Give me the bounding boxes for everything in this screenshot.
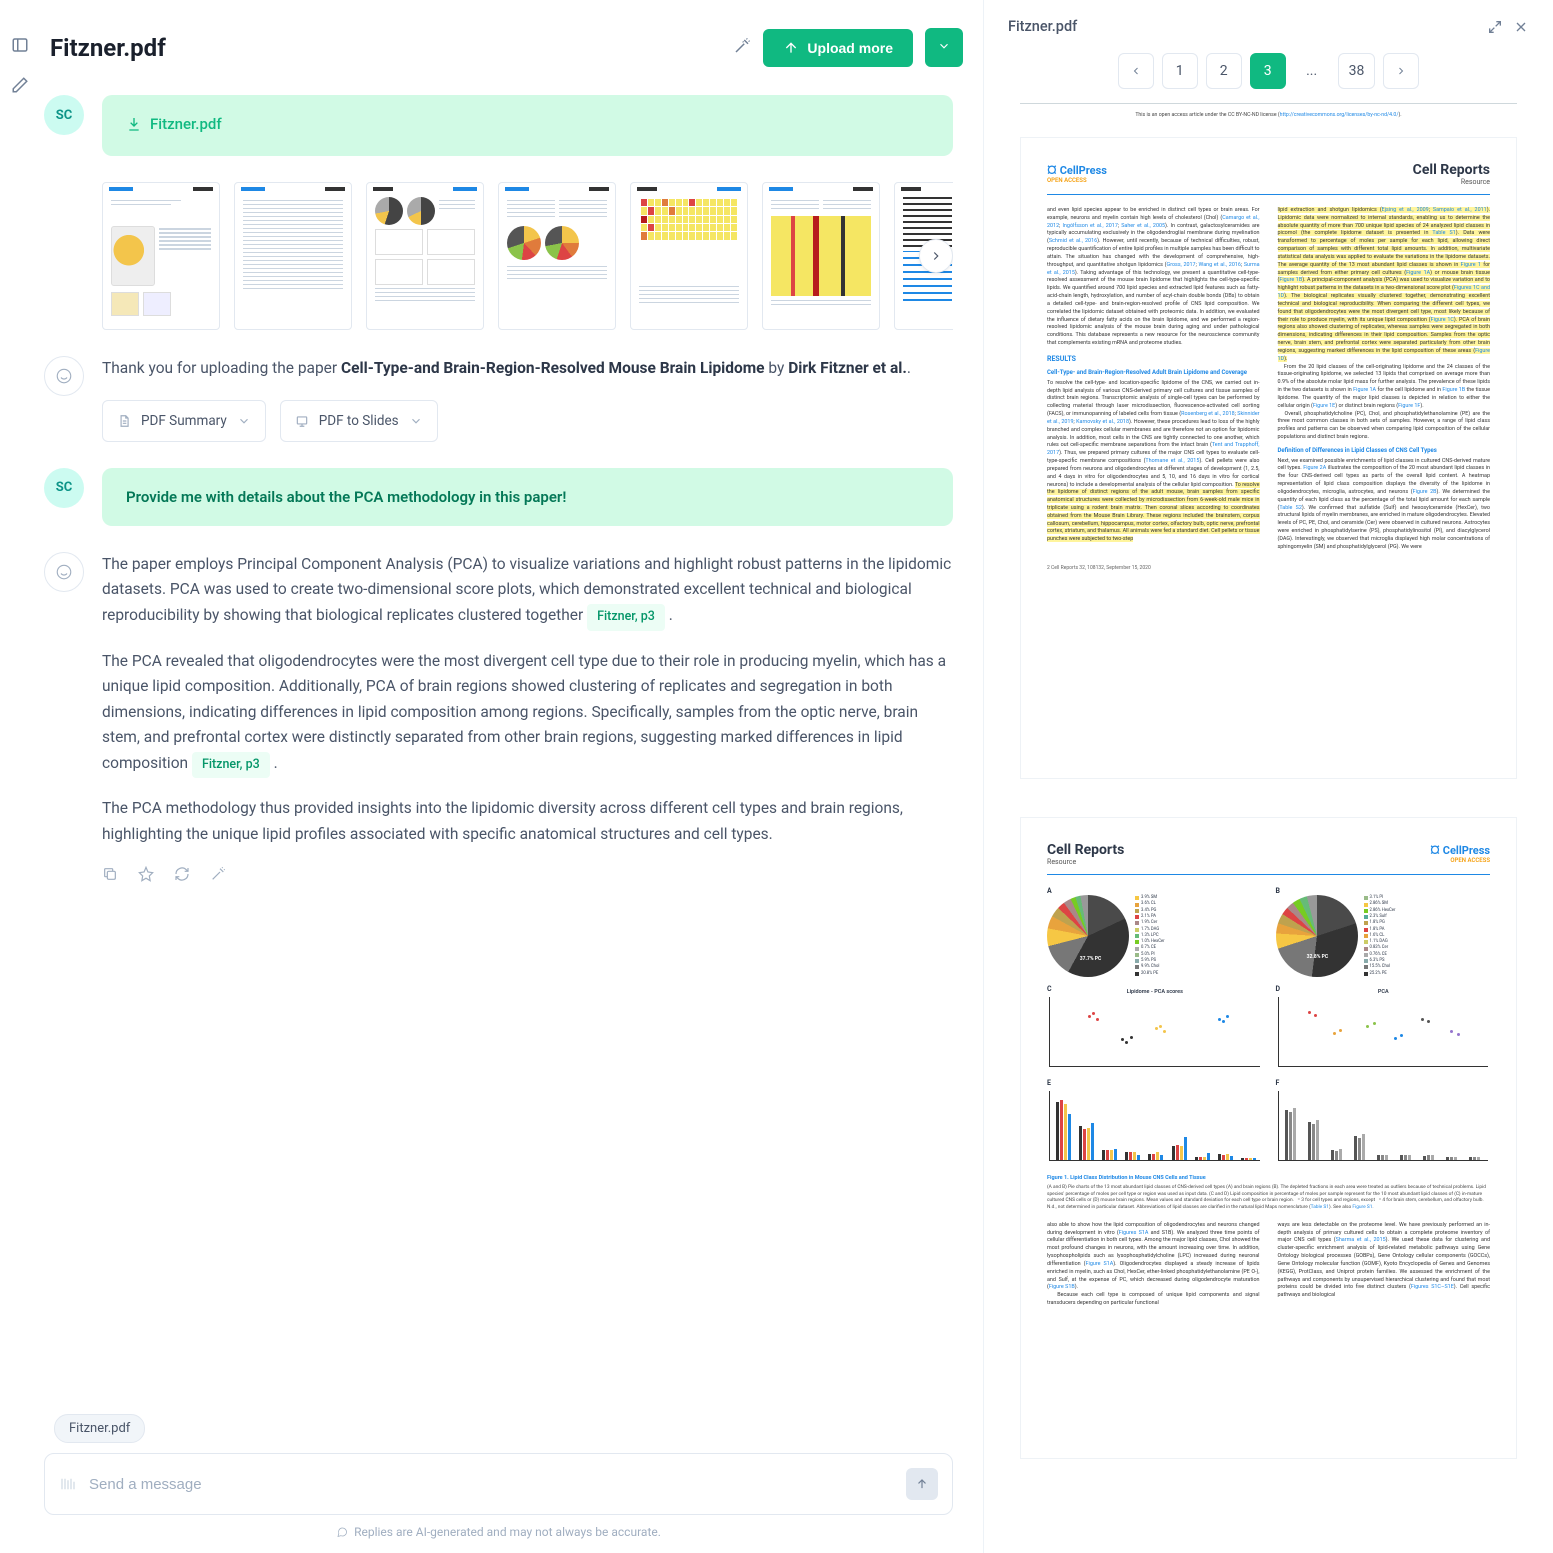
header: Fitzner.pdf Upload more	[40, 0, 983, 85]
chevron-right-icon	[929, 249, 943, 263]
preview-panel: Fitzner.pdf 1 2 3 ... 38 This is an open…	[983, 0, 1553, 1553]
library-icon[interactable]	[59, 1475, 77, 1493]
bot-answer-content: The paper employs Principal Component An…	[102, 552, 953, 882]
thumbnail[interactable]	[234, 182, 352, 330]
chevron-down-icon	[409, 414, 423, 428]
document-page: ¤CellPress OPEN ACCESS Cell Reports Reso…	[1021, 138, 1516, 778]
user-message-row: SC Fitzner.pdf	[40, 95, 953, 156]
thumbnail[interactable]	[498, 182, 616, 330]
page-title: Fitzner.pdf	[50, 34, 721, 62]
bot-intro-row: Thank you for uploading the paper Cell-T…	[40, 356, 953, 442]
chevron-down-icon	[937, 39, 951, 53]
chat-scroll: SC Fitzner.pdf	[40, 85, 983, 1414]
preview-title: Fitzner.pdf	[1008, 18, 1477, 35]
edit-icon[interactable]	[11, 76, 29, 98]
page-thumbnails	[102, 182, 953, 330]
page-number-button[interactable]: 38	[1338, 53, 1376, 89]
figure-1-panels: A 37.7% PC 3.9% SM 3.6% CL 3.4% PG 2.1% …	[1047, 887, 1490, 1165]
document-page: Cell Reports Resource ¤CellPress OPEN AC…	[1021, 818, 1516, 1458]
left-rail	[0, 0, 40, 1553]
thumbnail[interactable]	[102, 182, 220, 330]
scatter-plot-c: Lipidome - PCA scores	[1049, 997, 1260, 1067]
download-icon	[126, 116, 142, 132]
smile-icon	[55, 367, 73, 385]
page-number-button-active[interactable]: 3	[1250, 53, 1286, 89]
send-button[interactable]	[906, 1468, 938, 1500]
message-actions	[102, 866, 953, 882]
pager: 1 2 3 ... 38	[984, 53, 1553, 103]
citation-chip[interactable]: Fitzner, p3	[192, 752, 270, 779]
sidebar-toggle-icon[interactable]	[11, 36, 29, 58]
main-column: Fitzner.pdf Upload more SC Fitzner.pdf	[40, 0, 983, 1553]
refresh-icon[interactable]	[174, 866, 190, 882]
upload-more-button[interactable]: Upload more	[763, 29, 913, 67]
pie-chart-a: 37.7% PC	[1047, 895, 1129, 977]
page-ellipsis: ...	[1294, 53, 1330, 89]
bot-avatar	[44, 552, 84, 592]
chevron-down-icon	[237, 414, 251, 428]
pie-chart-b: 32.8% PC	[1276, 895, 1358, 977]
chevron-left-icon	[1130, 65, 1142, 77]
preview-header: Fitzner.pdf	[984, 0, 1553, 53]
document-scroll[interactable]: This is an open access article under the…	[984, 103, 1553, 1553]
user-attachment-bubble: Fitzner.pdf	[102, 95, 953, 156]
page-number-button[interactable]: 2	[1206, 53, 1242, 89]
wand-icon[interactable]	[210, 866, 226, 882]
close-icon[interactable]	[1513, 19, 1529, 35]
message-input[interactable]	[89, 1476, 894, 1493]
smile-icon	[55, 563, 73, 581]
page-next-button[interactable]	[1383, 53, 1419, 89]
bot-intro-content: Thank you for uploading the paper Cell-T…	[102, 356, 953, 442]
page-number-button[interactable]: 1	[1162, 53, 1198, 89]
magic-wand-icon[interactable]	[733, 37, 751, 59]
context-file-chip[interactable]: Fitzner.pdf	[54, 1414, 145, 1443]
thumbnail[interactable]	[630, 182, 748, 330]
action-dropdowns: PDF Summary PDF to Slides	[102, 400, 953, 442]
thumbnail[interactable]	[366, 182, 484, 330]
attached-file-link[interactable]: Fitzner.pdf	[126, 115, 222, 133]
disclaimer: Replies are AI-generated and may not alw…	[44, 1525, 953, 1539]
user-avatar: SC	[44, 468, 84, 508]
user-avatar: SC	[44, 95, 84, 135]
thumbnail[interactable]	[762, 182, 880, 330]
bot-avatar	[44, 356, 84, 396]
arrow-up-icon	[915, 1477, 929, 1491]
copy-icon[interactable]	[102, 866, 118, 882]
pdf-summary-dropdown[interactable]: PDF Summary	[102, 400, 266, 442]
bar-chart-f	[1278, 1091, 1489, 1161]
upload-dropdown-button[interactable]	[925, 28, 963, 67]
bot-answer-row: The paper employs Principal Component An…	[40, 552, 953, 882]
chevron-right-icon	[1395, 65, 1407, 77]
slides-icon	[295, 414, 309, 428]
expand-icon[interactable]	[1487, 19, 1503, 35]
chat-icon	[336, 1526, 348, 1538]
star-icon[interactable]	[138, 866, 154, 882]
scatter-plot-d: PCA	[1278, 997, 1489, 1067]
thumbnails-next-button[interactable]	[919, 239, 953, 273]
citation-chip[interactable]: Fitzner, p3	[587, 604, 665, 631]
bar-chart-e	[1049, 1091, 1260, 1161]
thumbnails-row	[40, 182, 953, 330]
document-icon	[117, 414, 131, 428]
user-prompt-row: SC Provide me with details about the PCA…	[40, 468, 953, 526]
pdf-to-slides-dropdown[interactable]: PDF to Slides	[280, 400, 438, 442]
message-input-container	[44, 1453, 953, 1515]
input-area: Fitzner.pdf Replies are AI-generated and…	[40, 1414, 983, 1553]
page-prev-button[interactable]	[1118, 53, 1154, 89]
user-prompt-bubble: Provide me with details about the PCA me…	[102, 468, 953, 526]
